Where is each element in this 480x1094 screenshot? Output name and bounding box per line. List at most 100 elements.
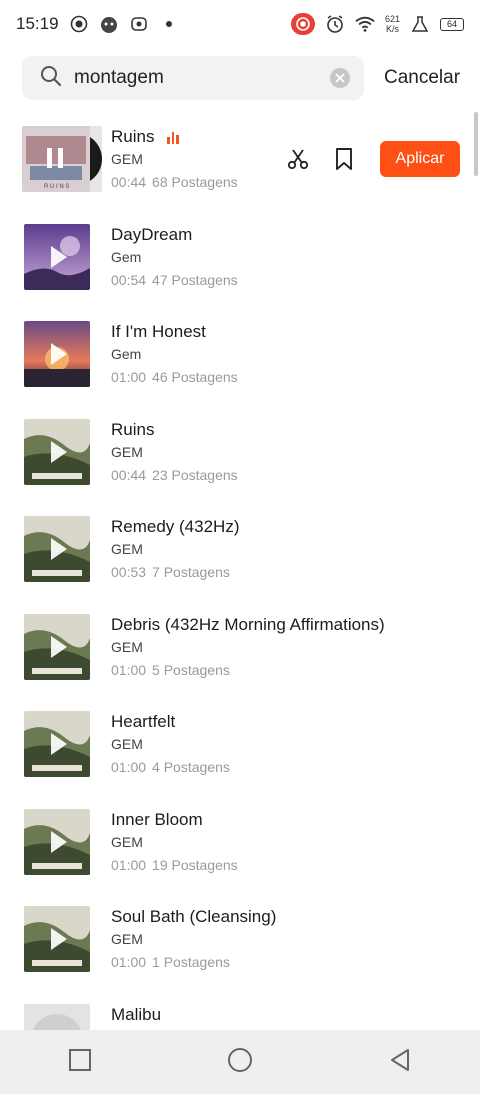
track-duration: 01:00	[111, 954, 147, 970]
track-row[interactable]: DayDream Gem 00:54 47 Postagens	[0, 210, 480, 308]
track-title: If I'm Honest	[111, 322, 206, 341]
status-bar: 15:19 621 K/s 64	[0, 0, 480, 48]
wifi-icon	[355, 14, 375, 34]
track-title: Inner Bloom	[111, 809, 203, 829]
track-duration: 01:00	[111, 759, 147, 775]
album-cover-landscape[interactable]	[24, 808, 90, 875]
search-icon	[40, 65, 62, 92]
row-actions: Aplicar	[286, 141, 460, 177]
track-duration: 01:00	[111, 369, 147, 385]
status-time: 15:19	[16, 14, 59, 33]
track-posts: 7 Postagens	[152, 564, 230, 580]
track-meta: 01:00 1 Postagens	[111, 954, 230, 970]
track-artist: GEM	[111, 443, 143, 460]
album-cover-landscape[interactable]	[24, 613, 90, 680]
battery-icon: 64	[440, 17, 464, 31]
track-meta: 00:54 47 Postagens	[111, 272, 238, 288]
track-posts: 4 Postagens	[152, 759, 230, 775]
track-duration: 01:00	[111, 856, 147, 873]
track-posts: 23 Postagens	[152, 466, 238, 483]
track-artist: Gem	[111, 346, 142, 362]
track-row[interactable]: Remedy (432Hz) GEM 00:53 7 Postagens	[0, 502, 480, 600]
album-cover-landscape[interactable]	[24, 711, 90, 777]
track-duration: 00:44	[111, 466, 147, 483]
album-cover-landscape[interactable]	[24, 516, 90, 582]
status-left: 15:19	[16, 14, 179, 34]
track-title-text: Ruins	[111, 127, 155, 146]
track-row[interactable]: Heartfelt GEM 01:00 4 Postagens	[0, 697, 480, 795]
track-posts: 46 Postagens	[152, 369, 238, 385]
track-posts: 5 Postagens	[152, 661, 230, 678]
track-posts: 47 Postagens	[152, 271, 238, 288]
track-artist: Gem	[111, 248, 142, 265]
track-artist: GEM	[111, 833, 143, 850]
apply-button[interactable]: Aplicar	[380, 141, 460, 177]
track-meta: 01:00 5 Postagens	[111, 662, 230, 678]
track-artist: GEM	[111, 931, 143, 947]
track-posts: 68 Postagens	[152, 174, 238, 190]
album-cover-if-im-honest[interactable]	[24, 321, 90, 387]
scissors-icon[interactable]	[286, 147, 310, 171]
status-right: 621 K/s 64	[290, 13, 464, 35]
playing-equalizer-icon	[167, 131, 179, 145]
back-icon[interactable]	[388, 1048, 412, 1077]
track-title: DayDream	[111, 224, 193, 244]
clear-search-icon[interactable]	[330, 68, 350, 88]
battery-level: 64	[446, 19, 457, 29]
track-title: Soul Bath (Cleansing)	[111, 907, 277, 926]
track-title: Heartfelt	[111, 712, 176, 731]
search-input[interactable]: montagem	[22, 56, 364, 100]
track-title: Debris (432Hz Morning Affirmations)	[111, 614, 385, 634]
track-row[interactable]: If I'm Honest Gem 01:00 46 Postagens	[0, 307, 480, 405]
track-meta: 00:44 23 Postagens	[111, 467, 238, 483]
track-duration: 00:54	[111, 271, 147, 288]
track-artist: GEM	[111, 541, 143, 557]
track-artist: GEM	[111, 151, 143, 167]
track-title: Malibu	[111, 1004, 162, 1024]
album-cover-landscape[interactable]	[24, 418, 90, 485]
alarm-icon	[325, 14, 345, 34]
cancel-button[interactable]: Cancelar	[384, 67, 460, 89]
album-cover-daydream[interactable]	[24, 223, 90, 290]
track-title: Ruins	[111, 127, 179, 147]
net-speed: 621 K/s	[385, 14, 400, 34]
search-query[interactable]: montagem	[74, 67, 330, 89]
track-duration: 00:53	[111, 564, 147, 580]
face-icon	[99, 14, 119, 34]
record-icon	[69, 14, 89, 34]
track-artist: GEM	[111, 638, 143, 655]
track-duration: 01:00	[111, 661, 147, 678]
track-row[interactable]: Soul Bath (Cleansing) GEM 01:00 1 Postage…	[0, 892, 480, 990]
home-icon[interactable]	[227, 1047, 253, 1078]
track-meta: 01:00 46 Postagens	[111, 369, 238, 385]
track-meta: 01:00 19 Postagens	[111, 857, 238, 873]
recents-icon[interactable]	[68, 1048, 92, 1077]
album-cover-ruins[interactable]: R U I N S	[22, 126, 102, 192]
track-title: Ruins	[111, 419, 155, 439]
track-row[interactable]: Debris (432Hz Morning Affirmations) GEM …	[0, 600, 480, 698]
svg-text:R U I N S: R U I N S	[44, 184, 69, 190]
scrollbar[interactable]	[474, 112, 478, 176]
track-artist: GEM	[111, 736, 143, 752]
navigation-bar	[0, 1030, 480, 1094]
results-list: R U I N S Ruins GEM 00:44 68 Postagens Ap…	[0, 112, 480, 1087]
track-row[interactable]: Inner Bloom GEM 01:00 19 Postagens	[0, 795, 480, 893]
dot-icon	[159, 14, 179, 34]
rec-badge-icon	[290, 13, 315, 35]
track-posts: 19 Postagens	[152, 856, 238, 873]
track-duration: 00:44	[111, 174, 147, 190]
screen-record-icon	[129, 14, 149, 34]
flask-icon	[410, 14, 430, 34]
track-posts: 1 Postagens	[152, 954, 230, 970]
search-row: montagem Cancelar	[22, 56, 462, 100]
track-meta: 00:53 7 Postagens	[111, 564, 230, 580]
net-speed-unit: K/s	[385, 24, 399, 34]
track-meta: 00:44 68 Postagens	[111, 174, 238, 190]
track-row[interactable]: R U I N S Ruins GEM 00:44 68 Postagens Ap…	[0, 112, 480, 210]
track-title: Remedy (432Hz)	[111, 517, 240, 536]
net-speed-value: 621	[384, 14, 400, 24]
track-row[interactable]: Ruins GEM 00:44 23 Postagens	[0, 405, 480, 503]
bookmark-icon[interactable]	[332, 147, 356, 171]
track-meta: 01:00 4 Postagens	[111, 759, 230, 775]
album-cover-landscape[interactable]	[24, 906, 90, 972]
